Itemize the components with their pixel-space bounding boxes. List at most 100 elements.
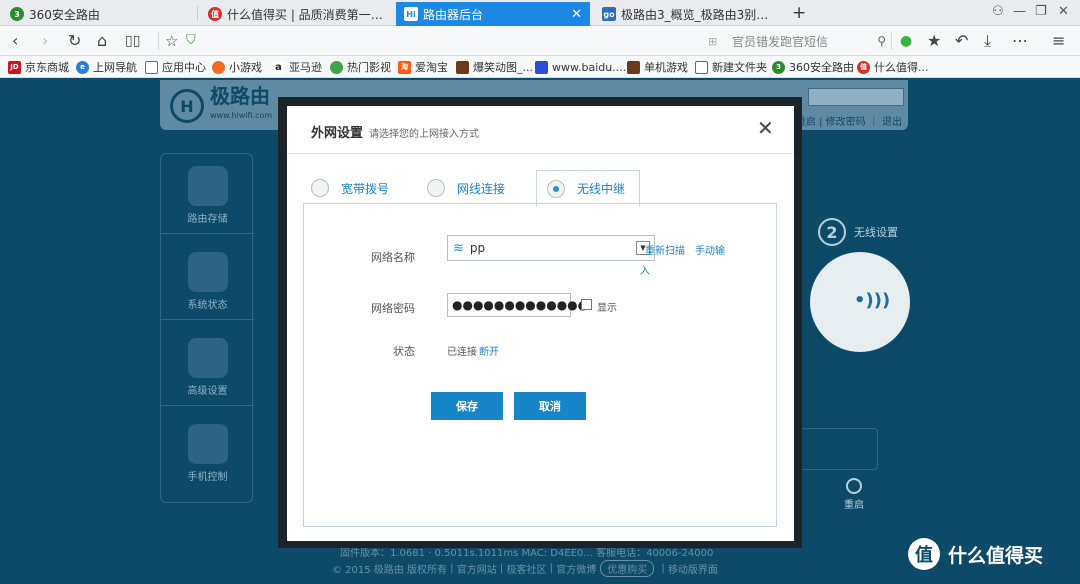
home-icon[interactable]: ⌂	[97, 31, 107, 51]
router-device-image	[790, 428, 878, 470]
menu-icon[interactable]: ≡	[1052, 31, 1065, 51]
bookmark-nav[interactable]: e 上网导航	[76, 59, 137, 75]
sidebar-item-phone[interactable]: 手机控制	[161, 412, 254, 492]
save-button[interactable]: 保存	[431, 392, 503, 420]
browser-tab-smzdm[interactable]: 值 什么值得买 | 品质消费第一站_网购	[200, 2, 392, 26]
bookmark-amazon[interactable]: a 亚马逊	[272, 59, 322, 75]
scan-icon[interactable]: ⊞	[708, 35, 717, 48]
reload-icon[interactable]: ↻	[68, 31, 81, 51]
bookmark-folder[interactable]: 新建文件夹	[695, 59, 767, 75]
shield-icon: ⛉	[186, 33, 196, 48]
close-icon[interactable]: ✕	[757, 118, 774, 138]
360-icon: 3	[10, 7, 24, 21]
game-icon	[212, 60, 225, 74]
radio-wireless-repeater[interactable]	[547, 179, 565, 198]
manual-input-link[interactable]: 手动输	[695, 242, 725, 257]
radio-wired[interactable]	[427, 179, 445, 197]
disconnect-link[interactable]: 断开	[479, 347, 499, 358]
more-icon[interactable]: ⋯	[1012, 31, 1028, 51]
bookmark-games[interactable]: 小游戏	[212, 59, 262, 75]
show-password-label[interactable]: 显示	[597, 299, 617, 314]
hiwifi-logo: H 极路由 www.hiwifi.com	[170, 86, 272, 126]
manual-input-link-wrap[interactable]: 入	[640, 262, 650, 277]
download-icon[interactable]: ⤓	[984, 31, 991, 51]
tab-label: 宽带拨号	[341, 181, 390, 196]
restore-icon[interactable]: ❐	[1035, 4, 1047, 19]
account-icon[interactable]: ⚇	[992, 4, 1004, 19]
bookmark-taobao[interactable]: 淘爱淘宝	[398, 59, 448, 75]
ie-icon: e	[76, 60, 89, 74]
360-icon: 3	[772, 60, 785, 74]
bookmark-pcgames[interactable]: 单机游戏	[627, 59, 688, 75]
favorites-icon[interactable]: ★	[927, 31, 941, 51]
sidebar-item-status[interactable]: 系统状态	[161, 240, 254, 320]
tab-title: 360安全路由	[29, 7, 100, 22]
footer-link-mobile[interactable]: 移动版界面	[668, 561, 718, 576]
reboot-button[interactable]: 重启	[844, 478, 864, 511]
new-tab-button[interactable]: +	[792, 3, 806, 23]
undo-icon[interactable]: ↶	[955, 31, 968, 51]
sidebar-item-advanced[interactable]: 高级设置	[161, 326, 254, 406]
back-icon[interactable]: ‹	[12, 31, 18, 51]
router-top-links[interactable]: 重启 | 修改密码 ｜ 退出	[796, 113, 902, 128]
show-password-checkbox[interactable]	[581, 299, 592, 310]
router-search-input[interactable]	[808, 88, 904, 106]
bookmarks-bar: JD 京东商城 e 上网导航 应用中心 小游戏 a 亚马逊 热门影视 淘爱淘宝 爆笑动…	[0, 56, 1080, 78]
logo-name: 极路由	[210, 84, 270, 108]
browser-tab-360-router[interactable]: 3 360安全路由	[2, 2, 194, 26]
close-tab-icon[interactable]: ✕	[571, 7, 582, 22]
browser-tab-router-admin[interactable]: Hi 路由器后台 ✕	[396, 2, 590, 26]
status-value: 已连接 断开	[447, 343, 499, 358]
reader-icon[interactable]: ▯▯	[125, 31, 140, 51]
wifi-icon: ≋	[453, 240, 464, 256]
radio-pppoe[interactable]	[311, 179, 329, 197]
bookmark-360[interactable]: 3 360安全路由	[772, 59, 854, 75]
close-window-icon[interactable]: ✕	[1058, 4, 1069, 19]
tab-wired[interactable]: 网线连接	[427, 170, 505, 206]
bookmark-appcenter[interactable]: 应用中心	[145, 59, 206, 75]
bookmark-baidu[interactable]: www.baidu....	[535, 59, 626, 75]
minimize-icon[interactable]: —	[1013, 4, 1026, 19]
tab-wireless-repeater[interactable]: 无线中继	[536, 170, 641, 207]
password-field[interactable]: ●●●●●●●●●●●●●	[447, 293, 588, 317]
footer-link-community[interactable]: 极客社区	[506, 561, 546, 576]
wechat-icon[interactable]: ●	[900, 31, 912, 51]
wireless-circle[interactable]: •)))	[810, 252, 910, 352]
phone-icon	[187, 424, 228, 464]
forward-icon[interactable]: ›	[42, 31, 48, 51]
logo-icon: H	[170, 89, 204, 123]
smzdm-logo-icon: 值	[908, 538, 940, 570]
account-links[interactable]: 修改密码 ｜ 退出	[826, 117, 902, 128]
tab-label: 无线中继	[577, 182, 626, 196]
wifi-signal-icon: •)))	[854, 290, 891, 311]
hiwifi-icon: Hi	[404, 7, 418, 21]
modal-header: 外网设置 请选择您的上网接入方式 ✕	[287, 106, 794, 154]
browser-tab-hiwifi3[interactable]: go 极路由3_概览_极路由3别墅级顶配	[594, 2, 786, 26]
search-box[interactable]: ⊞ 官员错发跑官短信 ⚲	[706, 30, 886, 52]
bookmark-video[interactable]: 热门影视	[330, 59, 391, 75]
folder-icon	[695, 60, 708, 74]
search-icon[interactable]: ⚲	[877, 34, 886, 48]
tab-title: 路由器后台	[423, 7, 484, 22]
bookmark-smzdm[interactable]: 值什么值得...	[857, 59, 929, 75]
ssid-select[interactable]: ≋ pp ▼	[447, 235, 655, 261]
baidu-icon	[535, 60, 548, 74]
rescan-link[interactable]: 重新扫描	[645, 242, 685, 257]
tab-pppoe[interactable]: 宽带拨号	[311, 170, 389, 206]
sidebar-item-label: 手机控制	[187, 472, 228, 483]
repeater-settings-panel: 网络名称 ≋ pp ▼ 重新扫描 手动输 入 网络密码 ●●●●●●●●●●●●…	[303, 203, 777, 527]
smzdm-watermark: 值 什么值得买	[908, 538, 1043, 570]
footer-link-official[interactable]: 官方网站	[457, 561, 497, 576]
footer-link-buy[interactable]: 优惠购买	[600, 560, 655, 577]
watermark-text: 什么值得买	[948, 544, 1044, 567]
star-icon[interactable]: ☆	[165, 31, 178, 51]
cancel-button[interactable]: 取消	[514, 392, 586, 420]
smzdm-icon: 值	[857, 60, 870, 74]
bookmark-jd[interactable]: JD 京东商城	[8, 59, 69, 75]
wireless-settings-step[interactable]: 2 无线设置	[818, 218, 898, 246]
power-icon	[846, 478, 862, 494]
bookmark-fun[interactable]: 爆笑动图_...	[456, 59, 533, 75]
sidebar-item-storage[interactable]: 路由存储	[161, 154, 254, 234]
search-input[interactable]: 官员错发跑官短信	[732, 33, 877, 50]
footer-link-weibo[interactable]: 官方微博	[556, 561, 596, 576]
